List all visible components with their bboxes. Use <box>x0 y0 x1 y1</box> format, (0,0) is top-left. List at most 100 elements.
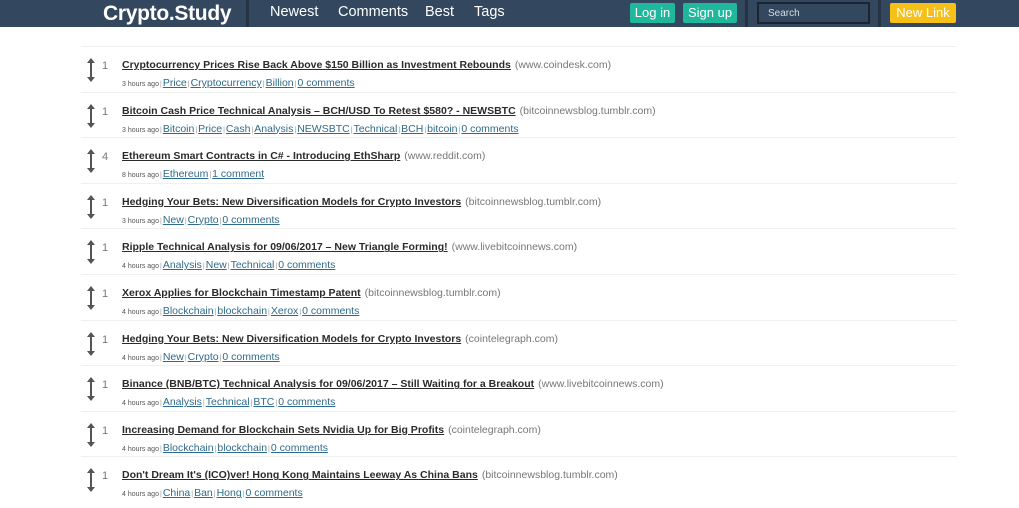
comments-link[interactable]: 0 comments <box>302 305 359 317</box>
story-title-link[interactable]: Don't Dream It's (ICO)ver! Hong Kong Mai… <box>122 469 478 481</box>
tag-link[interactable]: Analysis <box>163 396 202 408</box>
separator: | <box>350 126 353 134</box>
story-title-link[interactable]: Bitcoin Cash Price Technical Analysis – … <box>122 105 516 117</box>
comments-link[interactable]: 0 comments <box>278 396 335 408</box>
story-domain: (cointelegraph.com) <box>448 423 541 436</box>
vote-arrows-icon[interactable] <box>86 422 96 447</box>
tag-link[interactable]: Cash <box>226 123 251 135</box>
tag-link[interactable]: Analysis <box>163 259 202 271</box>
story-title-line: Xerox Applies for Blockchain Timestamp P… <box>122 287 501 299</box>
tag-link[interactable]: New <box>206 259 227 271</box>
vote-arrows-icon[interactable] <box>86 240 96 265</box>
nav-newest[interactable]: Newest <box>270 0 318 27</box>
separator: | <box>159 491 162 499</box>
story-domain: (bitcoinnewsblog.tumblr.com) <box>481 469 618 482</box>
story-title-line: Increasing Demand for Blockchain Sets Nv… <box>122 424 541 436</box>
story-title-link[interactable]: Cryptocurrency Prices Rise Back Above $1… <box>122 59 511 71</box>
tag-link[interactable]: Blockchain <box>163 305 214 317</box>
separator: | <box>275 400 278 408</box>
tag-link[interactable]: NEWSBTC <box>297 123 350 135</box>
comments-link[interactable]: 0 comments <box>222 214 279 226</box>
story-meta: 3 hours ago|New|Crypto|0 comments <box>122 214 280 226</box>
tag-link[interactable]: Cryptocurrency <box>191 77 262 89</box>
story-meta: 8 hours ago|Ethereum|1 comment <box>122 168 264 180</box>
separator: | <box>398 126 401 134</box>
vote-arrows-icon[interactable] <box>86 194 96 219</box>
search-input[interactable] <box>757 2 870 24</box>
tag-link[interactable]: Ban <box>194 487 213 499</box>
story-meta: 4 hours ago|New|Crypto|0 comments <box>122 351 280 363</box>
tag-link[interactable]: blockchain <box>217 442 267 454</box>
separator: | <box>294 126 297 134</box>
tag-link[interactable]: BTC <box>253 396 274 408</box>
tag-link[interactable]: Technical <box>206 396 250 408</box>
tag-link[interactable]: Hong <box>217 487 242 499</box>
vote-arrows-icon[interactable] <box>86 58 96 82</box>
story-title-link[interactable]: Binance (BNB/BTC) Technical Analysis for… <box>122 378 534 390</box>
tag-link[interactable]: bitcoin <box>427 123 457 135</box>
tag-link[interactable]: Technical <box>354 123 398 135</box>
tag-link[interactable]: Price <box>198 123 222 135</box>
vote-arrows-icon[interactable] <box>86 103 96 128</box>
brand-logo[interactable]: Crypto.Study <box>103 0 232 27</box>
tag-link[interactable]: New <box>163 214 184 226</box>
comments-link[interactable]: 0 comments <box>271 442 328 454</box>
vote-arrows-icon[interactable] <box>86 468 96 493</box>
login-button[interactable]: Log in <box>630 3 675 23</box>
story-score: 1 <box>102 287 109 300</box>
separator: | <box>268 308 270 316</box>
comments-link[interactable]: 1 comment <box>212 168 264 180</box>
comments-link[interactable]: 0 comments <box>246 487 303 499</box>
tag-link[interactable]: New <box>163 351 184 363</box>
story-meta: 4 hours ago|China|Ban|Hong|0 comments <box>122 487 303 499</box>
comments-link[interactable]: 0 comments <box>461 123 518 135</box>
tag-link[interactable]: Billion <box>266 77 294 89</box>
tag-link[interactable]: Xerox <box>271 305 298 317</box>
story-title-link[interactable]: Increasing Demand for Blockchain Sets Nv… <box>122 424 444 436</box>
story-title-link[interactable]: Hedging Your Bets: New Diversification M… <box>122 333 461 345</box>
story-item: 1 Hedging Your Bets: New Diversification … <box>81 182 957 229</box>
story-title-link[interactable]: Ethereum Smart Contracts in C# - Introdu… <box>122 150 400 162</box>
separator: | <box>223 126 225 134</box>
comments-link[interactable]: 0 comments <box>297 77 354 89</box>
separator: | <box>213 491 216 499</box>
story-title-link[interactable]: Ripple Technical Analysis for 09/06/2017… <box>122 241 448 253</box>
vote-arrows-icon[interactable] <box>86 377 96 402</box>
separator: | <box>159 400 162 408</box>
story-list: 1 Cryptocurrency Prices Rise Back Above $… <box>81 46 957 502</box>
nav-comments[interactable]: Comments <box>338 0 408 27</box>
story-meta: 4 hours ago|Analysis|New|Technical|0 com… <box>122 259 335 271</box>
story-title-link[interactable]: Hedging Your Bets: New Diversification M… <box>122 196 461 208</box>
tag-link[interactable]: Crypto <box>188 351 219 363</box>
vote-arrows-icon[interactable] <box>86 285 96 310</box>
story-score: 1 <box>102 242 109 255</box>
nav-tags[interactable]: Tags <box>474 0 505 27</box>
tag-link[interactable]: Technical <box>231 259 275 271</box>
comments-link[interactable]: 0 comments <box>278 259 335 271</box>
new-link-button[interactable]: New Link <box>890 3 956 23</box>
tag-link[interactable]: BCH <box>401 123 423 135</box>
tag-link[interactable]: Crypto <box>188 214 219 226</box>
signup-button[interactable]: Sign up <box>683 3 737 23</box>
story-meta: 4 hours ago|Blockchain|blockchain|Xerox|… <box>122 305 359 317</box>
story-time: 3 hours ago <box>122 217 159 225</box>
story-domain: (bitcoinnewsblog.tumblr.com) <box>519 104 656 117</box>
story-title-line: Bitcoin Cash Price Technical Analysis – … <box>122 105 656 117</box>
separator: | <box>268 445 270 453</box>
vote-arrows-icon[interactable] <box>86 149 96 174</box>
separator: | <box>159 445 162 453</box>
tag-link[interactable]: Blockchain <box>163 442 214 454</box>
tag-link[interactable]: China <box>163 487 190 499</box>
vote-arrows-icon[interactable] <box>86 331 96 356</box>
tag-link[interactable]: Price <box>163 77 187 89</box>
story-title-link[interactable]: Xerox Applies for Blockchain Timestamp P… <box>122 287 361 299</box>
tag-link[interactable]: Ethereum <box>163 168 209 180</box>
tag-link[interactable]: Bitcoin <box>163 123 195 135</box>
comments-link[interactable]: 0 comments <box>222 351 279 363</box>
top-navbar: Crypto.Study Newest Comments Best Tags L… <box>0 0 1019 27</box>
separator: | <box>251 126 254 134</box>
tag-link[interactable]: blockchain <box>217 305 267 317</box>
separator: | <box>275 263 278 271</box>
nav-best[interactable]: Best <box>425 0 454 27</box>
tag-link[interactable]: Analysis <box>254 123 293 135</box>
